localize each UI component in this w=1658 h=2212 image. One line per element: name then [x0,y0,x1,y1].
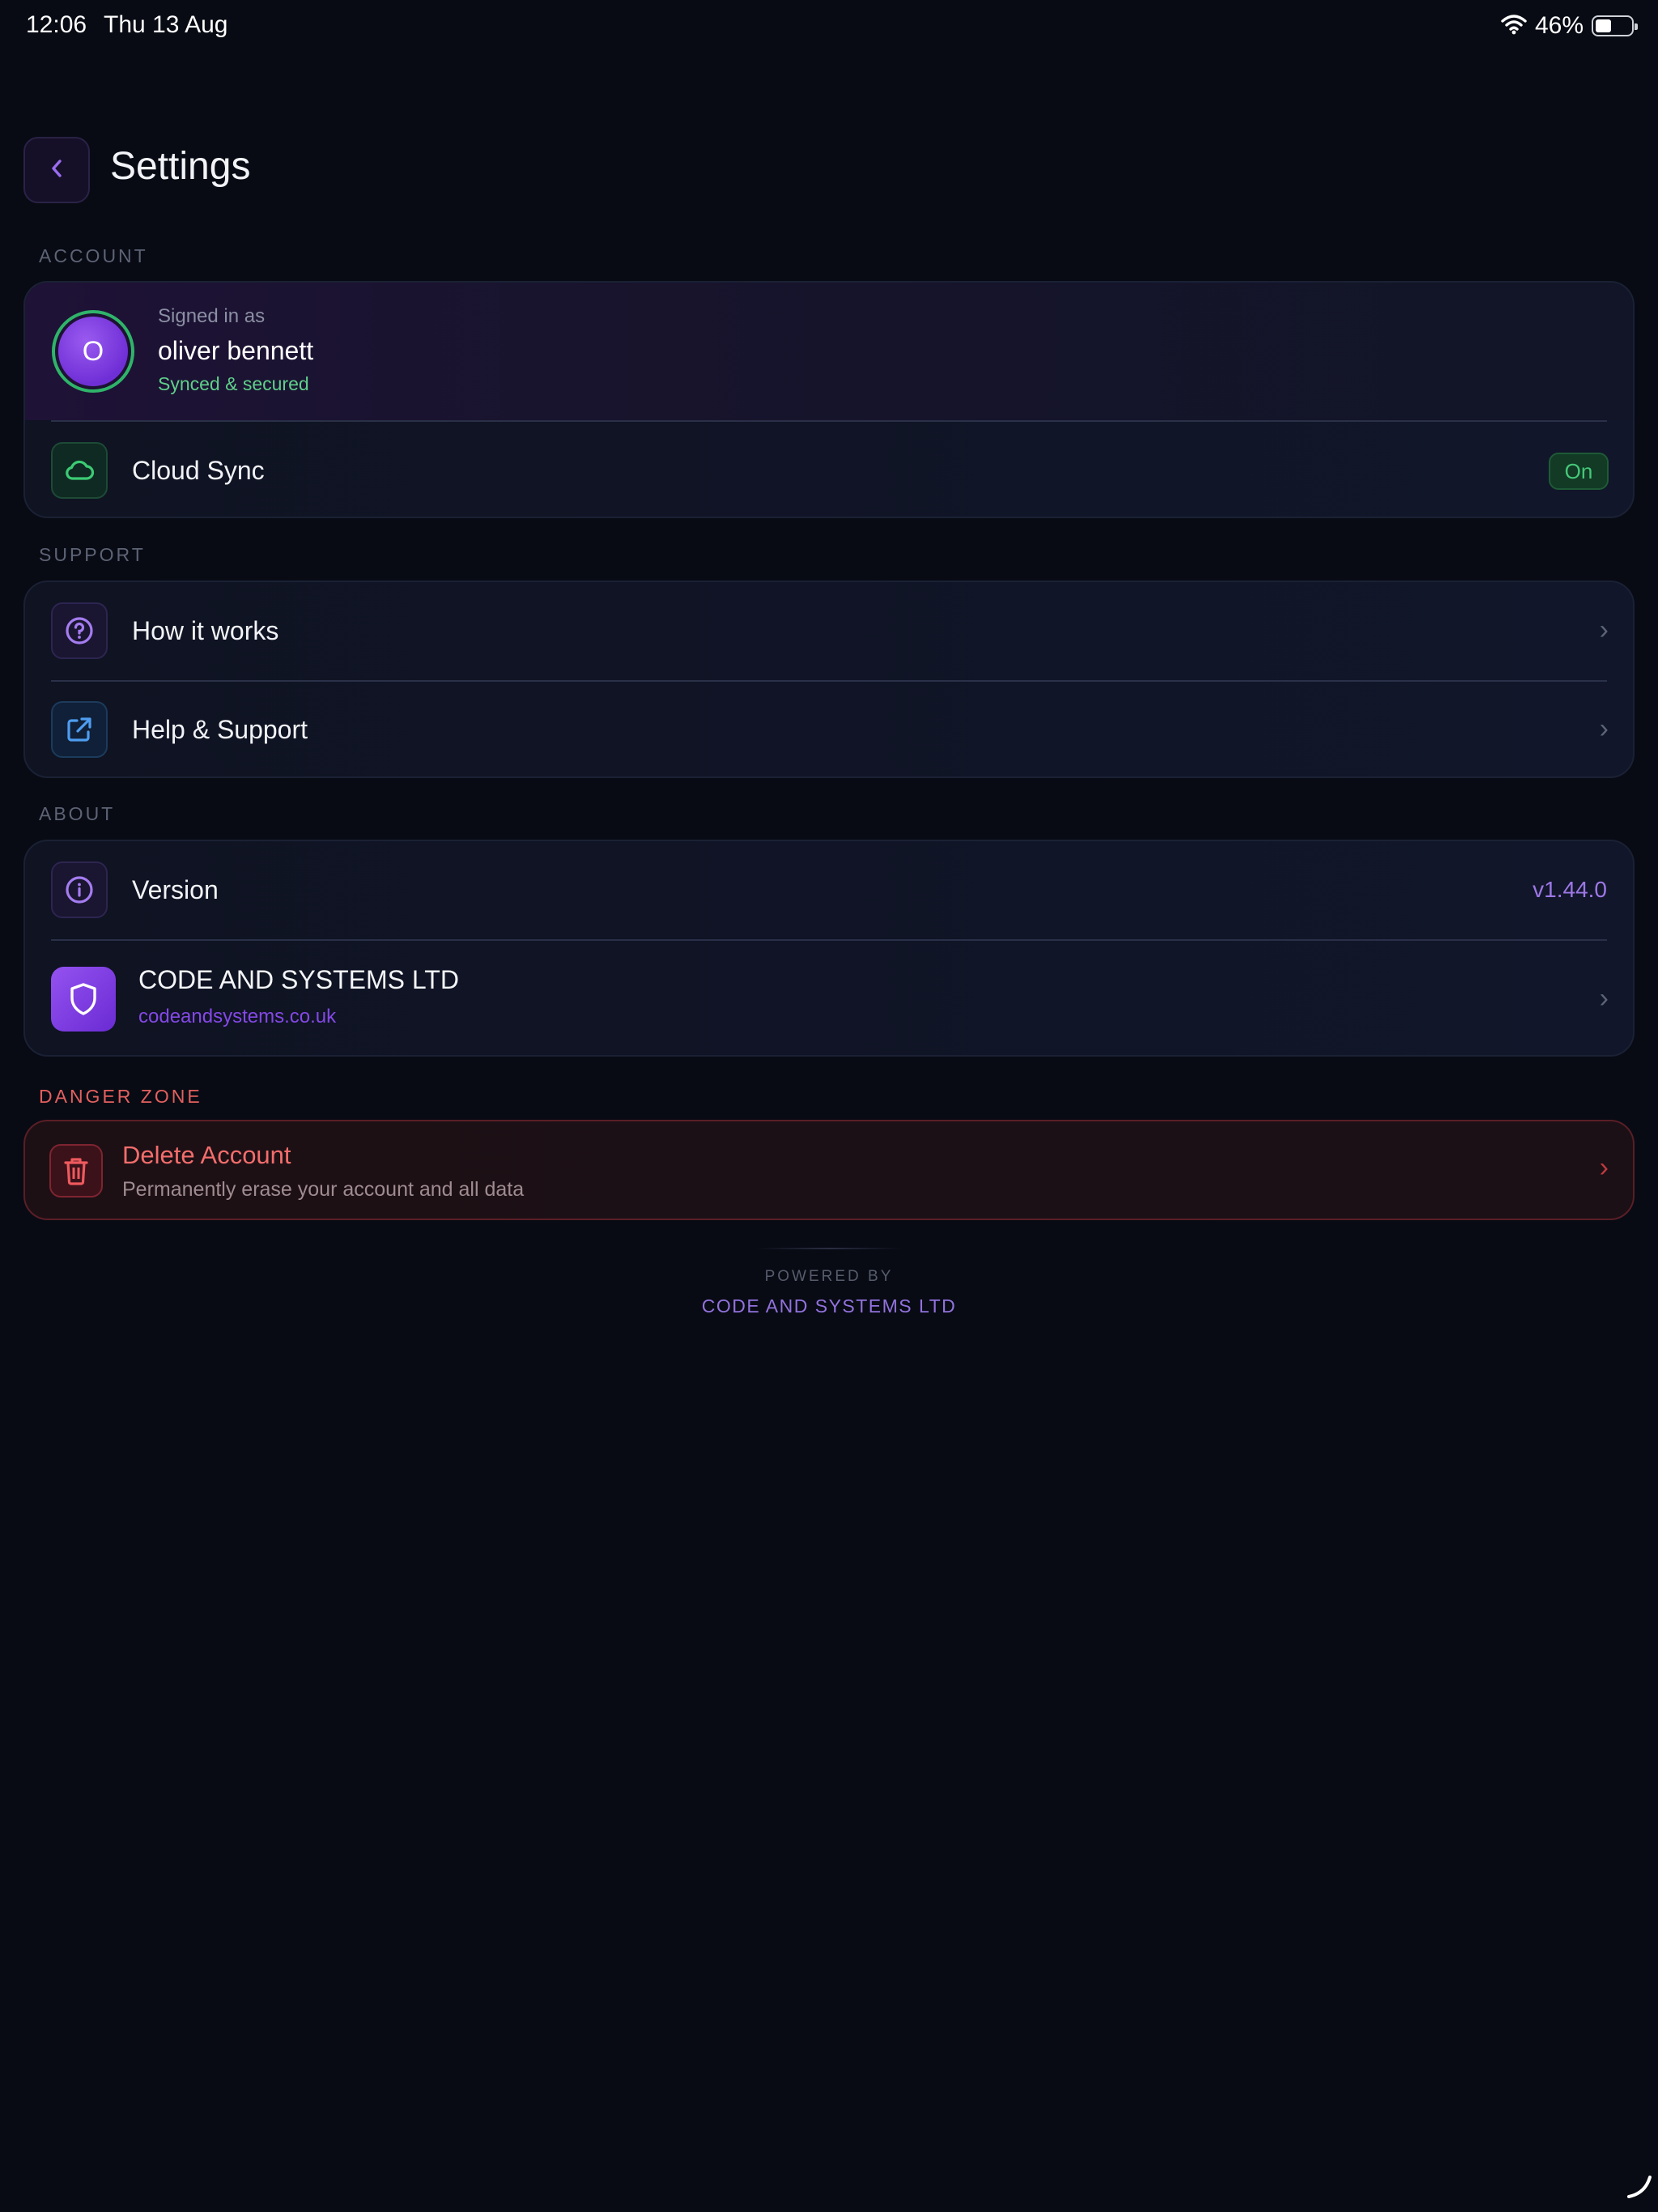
chevron-right-icon: › [1599,1152,1609,1183]
sync-status: Synced & secured [158,373,309,394]
support-card: How it works › Help & Support › [23,581,1635,778]
footer-divider [756,1248,902,1249]
status-indicators: 46% [1501,11,1638,40]
battery-fill [1596,19,1611,32]
status-time: 12:06 [26,11,87,38]
version-row: Version v1.44.0 [25,841,1633,939]
page-title: Settings [110,145,251,188]
chevron-left-icon [48,156,66,185]
company-row[interactable]: CODE AND SYSTEMS LTD codeandsystems.co.u… [25,941,1633,1055]
battery-icon [1592,15,1638,36]
chevron-right-icon: › [1599,983,1609,1014]
external-link-icon [51,701,108,758]
info-icon [51,861,108,918]
account-row[interactable]: O Signed in as oliver bennett Synced & s… [25,283,1633,420]
section-label-about: ABOUT [39,803,116,824]
battery-percentage: 46% [1534,12,1584,39]
user-name: oliver bennett [158,336,314,365]
chevron-right-icon: › [1599,615,1609,645]
delete-account-row[interactable]: Delete Account Permanently erase your ac… [23,1120,1635,1220]
back-button[interactable] [23,137,90,203]
support-item-label: How it works [132,616,279,645]
cloud-sync-label: Cloud Sync [132,456,265,485]
section-label-account: ACCOUNT [39,245,148,266]
trash-icon [49,1144,103,1197]
avatar: O [52,310,134,393]
status-date: Thu 13 Aug [104,11,228,38]
resize-handle-icon [1626,2172,1653,2204]
signed-in-label: Signed in as [158,305,266,327]
delete-account-subtitle: Permanently erase your account and all d… [122,1178,525,1201]
chevron-right-icon: › [1599,713,1609,744]
section-label-support: SUPPORT [39,544,146,565]
status-bar: 12:06 Thu 13 Aug 46% [0,0,1658,52]
avatar-initial: O [58,317,128,386]
help-support-row[interactable]: Help & Support › [25,682,1633,776]
section-label-danger: DANGER ZONE [39,1086,202,1107]
account-card: O Signed in as oliver bennett Synced & s… [23,281,1635,518]
cloud-sync-row[interactable]: Cloud Sync On [25,422,1633,517]
delete-account-title: Delete Account [122,1141,291,1169]
question-icon [51,602,108,659]
about-card: Version v1.44.0 CODE AND SYSTEMS LTD cod… [23,840,1635,1057]
how-it-works-row[interactable]: How it works › [25,582,1633,680]
company-name: CODE AND SYSTEMS LTD [138,965,459,994]
wifi-icon [1501,14,1527,39]
version-label: Version [132,875,219,904]
powered-by-label: POWERED BY [764,1268,894,1285]
powered-by-company[interactable]: CODE AND SYSTEMS LTD [0,1295,1658,1317]
shield-icon [51,967,116,1032]
version-value: v1.44.0 [1533,877,1607,902]
support-item-label: Help & Support [132,715,308,744]
cloud-sync-toggle[interactable]: On [1549,453,1609,490]
cloud-icon [51,442,108,499]
company-url[interactable]: codeandsystems.co.uk [138,1006,336,1028]
